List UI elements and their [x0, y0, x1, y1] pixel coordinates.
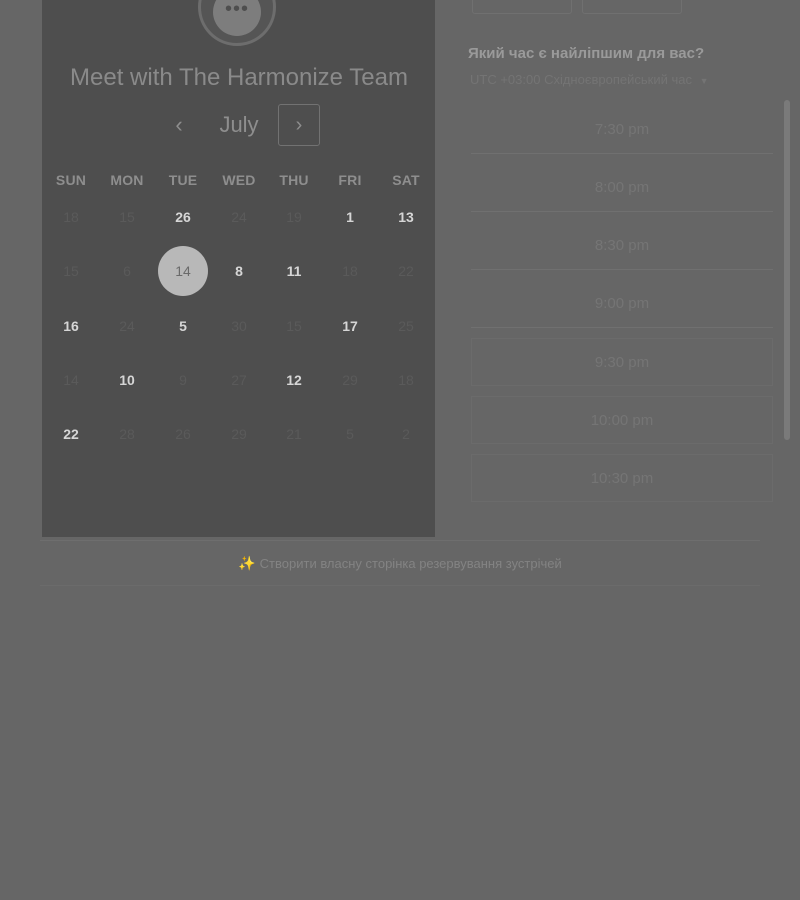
weekday-label: FRI [338, 172, 362, 188]
sparkle-icon: ✨ [238, 554, 256, 571]
unavailable-day: 27 [231, 372, 247, 388]
unavailable-day: 19 [286, 209, 302, 225]
available-day-button[interactable]: 22 [43, 426, 99, 442]
scrollbar[interactable] [784, 100, 790, 440]
unavailable-day: 22 [398, 263, 414, 279]
footer-link-label: Створити власну сторінка резервування зу… [259, 555, 562, 571]
time-slot-button[interactable]: 9:30 pm [471, 338, 773, 386]
unavailable-day: 30 [231, 318, 247, 334]
prev-month-button[interactable]: ‹ [165, 104, 193, 146]
available-day-button[interactable]: 13 [378, 209, 434, 225]
weekday-label: SAT [392, 172, 420, 188]
selected-day-button[interactable]: 14 [158, 246, 208, 296]
unavailable-day: 5 [346, 426, 354, 442]
unavailable-day: 6 [123, 263, 131, 279]
unavailable-day: 18 [342, 263, 358, 279]
available-day-button[interactable]: 16 [43, 318, 99, 334]
unavailable-day: 26 [175, 426, 191, 442]
unavailable-day: 15 [63, 263, 79, 279]
timezone-select[interactable]: UTC +03:00 Східноєвропейський час ▼ [470, 72, 709, 87]
time-slot-button[interactable]: 10:30 pm [471, 454, 773, 502]
unavailable-day: 15 [119, 209, 135, 225]
footer-bar: ✨ Створити власну сторінка резервування … [40, 540, 760, 586]
unavailable-day: 21 [286, 426, 302, 442]
unavailable-day: 29 [231, 426, 247, 442]
view-toggle-button[interactable] [582, 0, 682, 14]
weekday-label: SUN [55, 172, 87, 188]
available-day-button[interactable]: 17 [322, 318, 378, 334]
unavailable-day: 2 [402, 426, 410, 442]
time-heading: Який час є найліпшим для вас? [468, 45, 705, 62]
chevron-right-icon: › [295, 113, 303, 136]
time-slot-button[interactable]: 8:00 pm [471, 164, 773, 212]
view-toggle-button[interactable] [472, 0, 572, 14]
unavailable-day: 25 [398, 318, 414, 334]
chevron-left-icon: ‹ [175, 112, 183, 137]
unavailable-day: 28 [119, 426, 135, 442]
available-day-button[interactable]: 12 [266, 372, 322, 388]
time-slot-button[interactable]: 8:30 pm [471, 222, 773, 270]
chat-bubble-icon: ••• [213, 0, 261, 36]
unavailable-day: 9 [179, 372, 187, 388]
time-slot-button[interactable]: 7:30 pm [471, 106, 773, 154]
next-month-button[interactable]: › [278, 104, 320, 146]
weekday-label: THU [279, 172, 309, 188]
available-day-button[interactable]: 11 [266, 263, 322, 279]
available-day-button[interactable]: 10 [99, 372, 155, 388]
caret-down-icon: ▼ [699, 76, 709, 86]
weekday-label: TUE [168, 172, 198, 188]
unavailable-day: 24 [231, 209, 247, 225]
unavailable-day: 29 [342, 372, 358, 388]
available-day-button[interactable]: 5 [155, 318, 211, 334]
time-slot-button[interactable]: 10:00 pm [471, 396, 773, 444]
time-slot-button[interactable]: 9:00 pm [471, 280, 773, 328]
available-day-button[interactable]: 1 [322, 209, 378, 225]
weekday-label: MON [110, 172, 144, 188]
weekday-label: WED [222, 172, 256, 188]
unavailable-day: 18 [398, 372, 414, 388]
unavailable-day: 14 [63, 372, 79, 388]
unavailable-day: 18 [63, 209, 79, 225]
month-label: July [219, 112, 259, 137]
unavailable-day: 15 [286, 318, 302, 334]
available-day-button[interactable]: 8 [211, 263, 267, 279]
create-booking-page-link[interactable]: ✨ Створити власну сторінка резервування … [238, 555, 562, 572]
available-day-button[interactable]: 26 [155, 209, 211, 225]
unavailable-day: 24 [119, 318, 135, 334]
timezone-label: UTC +03:00 Східноєвропейський час [470, 72, 692, 87]
page-title: Meet with The Harmonize Team [70, 64, 408, 91]
